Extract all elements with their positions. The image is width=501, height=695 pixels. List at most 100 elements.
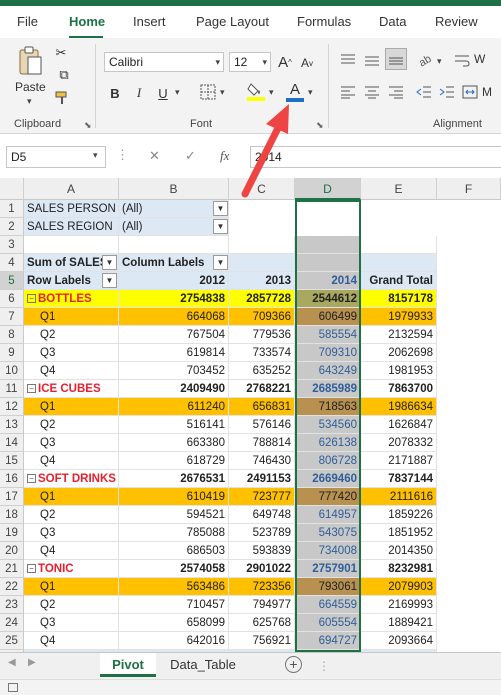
collapse-icon[interactable]: −	[27, 384, 36, 394]
value-cell-2013[interactable]: 593839	[229, 542, 295, 560]
font-color-chevron-icon[interactable]: ▾	[308, 87, 313, 98]
decrease-indent-icon[interactable]	[414, 82, 434, 102]
empty-cell[interactable]	[119, 236, 229, 254]
row-header[interactable]: 3	[0, 236, 24, 254]
insert-function-icon[interactable]: fx	[220, 148, 229, 164]
value-cell-2014[interactable]: 626138	[295, 434, 361, 452]
grand-total-cell[interactable]: 7837144	[361, 470, 437, 488]
format-painter-icon[interactable]	[52, 88, 72, 108]
font-size-dropdown[interactable]: 12 ▾	[229, 52, 271, 72]
grand-total-cell[interactable]: 2171887	[361, 452, 437, 470]
align-right-icon[interactable]	[386, 82, 406, 102]
paste-chevron-icon[interactable]: ▾	[27, 96, 32, 107]
row-header[interactable]: 24	[0, 614, 24, 632]
row-label[interactable]: Q2	[24, 506, 119, 524]
tab-data[interactable]: Data	[379, 14, 406, 29]
row-header[interactable]: 25	[0, 632, 24, 650]
value-cell-2013[interactable]: 625768	[229, 614, 295, 632]
row-header[interactable]: 22	[0, 578, 24, 596]
value-cell-2012[interactable]: 2574058	[119, 560, 229, 578]
value-cell-2013[interactable]: 709366	[229, 308, 295, 326]
merge-center-label[interactable]: M	[482, 85, 492, 99]
align-bottom-icon[interactable]	[385, 48, 407, 70]
row-label[interactable]: Q1	[24, 578, 119, 596]
underline-button[interactable]: U	[155, 84, 171, 102]
value-cell-2014[interactable]: 585554	[295, 326, 361, 344]
grand-total-cell[interactable]: 1851952	[361, 524, 437, 542]
row-header[interactable]: 8	[0, 326, 24, 344]
paste-button[interactable]	[14, 44, 46, 80]
value-cell-2014[interactable]: 806728	[295, 452, 361, 470]
grand-total-cell[interactable]: 2078332	[361, 434, 437, 452]
value-cell-2013[interactable]: 2857728	[229, 290, 295, 308]
value-cell-2014[interactable]: 734008	[295, 542, 361, 560]
name-box-chevron-icon[interactable]: ▾	[93, 150, 98, 161]
value-cell-2012[interactable]: 703452	[119, 362, 229, 380]
grand-total-cell[interactable]: 1986634	[361, 398, 437, 416]
value-cell-2013[interactable]: 723777	[229, 488, 295, 506]
value-cell-2013[interactable]: 746430	[229, 452, 295, 470]
font-launcher-icon[interactable]: ⬊	[316, 120, 324, 131]
row-header[interactable]: 19	[0, 524, 24, 542]
value-cell-2013[interactable]: 788814	[229, 434, 295, 452]
value-cell-2013[interactable]: 2768221	[229, 380, 295, 398]
row-header[interactable]: 9	[0, 344, 24, 362]
value-cell-2013[interactable]: 794977	[229, 596, 295, 614]
bold-button[interactable]: B	[107, 84, 123, 102]
grand-total-cell[interactable]: 1979933	[361, 308, 437, 326]
row-header[interactable]: 12	[0, 398, 24, 416]
row-header[interactable]: 5	[0, 272, 24, 290]
grand-total-cell[interactable]: 7863700	[361, 380, 437, 398]
row-label[interactable]: Q2	[24, 596, 119, 614]
tab-home[interactable]: Home	[69, 14, 105, 29]
grand-total-cell[interactable]: 2014350	[361, 542, 437, 560]
font-name-dropdown[interactable]: Calibri ▾	[104, 52, 224, 72]
row-label[interactable]: Q4	[24, 452, 119, 470]
value-cell-2014[interactable]: 614957	[295, 506, 361, 524]
value-cell-2013[interactable]	[229, 254, 295, 272]
value-cell-2012[interactable]: 2754838	[119, 290, 229, 308]
shrink-font-button[interactable]: Av	[297, 53, 317, 73]
column-header-e[interactable]: E	[361, 178, 437, 200]
value-cell-2013[interactable]: 779536	[229, 326, 295, 344]
grand-total-cell[interactable]: 2093664	[361, 632, 437, 650]
empty-cell[interactable]	[295, 236, 361, 254]
value-cell-2014[interactable]: 606499	[295, 308, 361, 326]
value-cell-2014[interactable]: 777420	[295, 488, 361, 506]
grand-total-cell[interactable]: 2132594	[361, 326, 437, 344]
filter-dropdown-icon[interactable]: ▼	[102, 255, 117, 270]
value-cell-2012[interactable]: 563486	[119, 578, 229, 596]
value-cell-2014[interactable]: 709310	[295, 344, 361, 362]
wrap-text-icon[interactable]	[452, 50, 472, 70]
align-middle-icon[interactable]	[362, 50, 382, 70]
grand-total-cell[interactable]: Grand Total	[361, 272, 437, 290]
row-header[interactable]: 14	[0, 434, 24, 452]
value-cell-2012[interactable]: 619814	[119, 344, 229, 362]
row-label[interactable]: Q4	[24, 362, 119, 380]
row-label[interactable]: Q1	[24, 308, 119, 326]
value-cell-2013[interactable]: 649748	[229, 506, 295, 524]
merge-center-icon[interactable]	[460, 82, 480, 102]
wrap-text-label[interactable]: W	[474, 52, 485, 66]
align-center-icon[interactable]	[362, 82, 382, 102]
font-color-button[interactable]: A	[284, 80, 306, 102]
orientation-chevron-icon[interactable]: ▾	[437, 56, 442, 67]
fill-color-chevron-icon[interactable]: ▾	[269, 87, 274, 98]
underline-chevron-icon[interactable]: ▾	[175, 87, 180, 98]
row-label[interactable]: Q4	[24, 632, 119, 650]
value-cell-2014[interactable]: 605554	[295, 614, 361, 632]
spreadsheet-grid[interactable]: A B C D E F 1 SALES PERSON (All) ▼ 2 SALES REGION (A…	[0, 178, 501, 652]
value-cell-2013[interactable]: 756921	[229, 632, 295, 650]
value-cell-2014[interactable]: 793061	[295, 578, 361, 596]
collapse-icon[interactable]: −	[27, 564, 36, 574]
cancel-icon[interactable]: ✕	[149, 148, 160, 164]
value-cell-2012[interactable]: 2676531	[119, 470, 229, 488]
fill-color-button[interactable]	[245, 80, 267, 102]
row-header[interactable]: 1	[0, 200, 24, 218]
row-header[interactable]: 15	[0, 452, 24, 470]
collapse-icon[interactable]: −	[27, 294, 36, 304]
borders-icon[interactable]	[198, 82, 218, 102]
value-cell-2012[interactable]: 767504	[119, 326, 229, 344]
align-top-icon[interactable]	[338, 50, 358, 70]
grand-total-cell[interactable]: 2062698	[361, 344, 437, 362]
